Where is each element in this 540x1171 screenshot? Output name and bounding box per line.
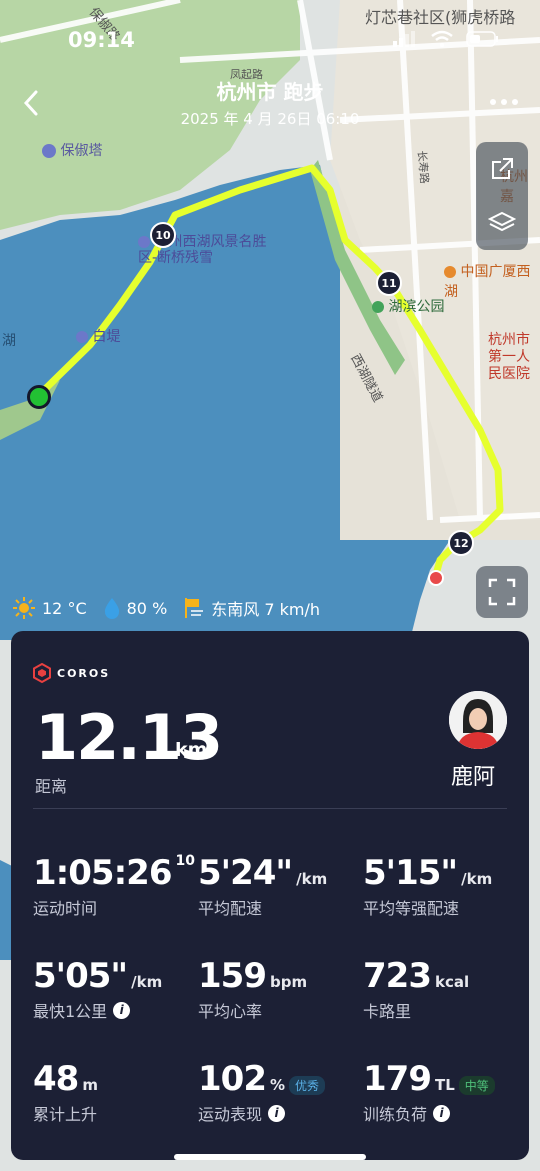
distance-unit: km — [175, 739, 208, 761]
stat-value: 5'24" — [198, 853, 293, 893]
battery-icon — [466, 31, 498, 47]
fullscreen-button[interactable] — [476, 566, 528, 618]
divider — [33, 808, 507, 809]
layers-icon — [488, 211, 516, 232]
stat-value: 102 — [198, 1059, 267, 1099]
fullscreen-icon — [488, 578, 516, 606]
start-marker[interactable] — [27, 385, 51, 409]
stat-sup: 10 — [175, 853, 195, 869]
stat-adjusted-pace: 5'15"/km 平均等强配速 — [363, 853, 492, 919]
distance-label: 距离 — [35, 777, 68, 796]
stat-duration: 1:05:26 10 运动时间 — [33, 853, 195, 919]
map-tools-panel — [476, 142, 528, 250]
home-indicator[interactable] — [174, 1154, 366, 1160]
map-label-hubin-park: 湖滨公园 — [372, 296, 444, 316]
user-name: 鹿阿 — [451, 765, 496, 790]
stat-unit: /km — [296, 870, 328, 888]
avatar-image — [449, 691, 507, 749]
map-label-top-right: 灯芯巷社区(狮虎桥路 — [365, 8, 516, 27]
route-marker-10[interactable]: 10 — [150, 222, 176, 248]
status-icons — [392, 30, 500, 48]
stat-unit: /km — [131, 973, 163, 991]
humidity-icon — [104, 598, 119, 619]
stat-label: 平均心率 — [198, 1002, 263, 1021]
park-icon — [372, 301, 384, 313]
performance-badge: 优秀 — [289, 1076, 326, 1095]
share-icon — [492, 158, 513, 179]
stat-label: 累计上升 — [33, 1105, 98, 1124]
stat-label: 平均等强配速 — [363, 899, 460, 918]
stat-calories: 723 kcal 卡路里 — [363, 956, 469, 1022]
page-subtitle: 2025 年 4 月 26日 06:10 — [180, 110, 360, 128]
info-icon[interactable]: i — [113, 1001, 131, 1019]
wind-flag-icon — [185, 598, 204, 618]
info-icon[interactable]: i — [268, 1104, 286, 1122]
wifi-icon — [431, 30, 453, 48]
sun-icon — [13, 597, 35, 619]
landmark-icon — [76, 331, 88, 343]
stat-unit: m — [82, 1076, 98, 1094]
map-label-hangzhou-hospital: 杭州市第一人民医院 — [488, 332, 530, 382]
map-label-bai-causeway: 白堤 — [76, 326, 120, 346]
stat-label: 平均配速 — [198, 899, 263, 918]
route-marker-11[interactable]: 11 — [376, 270, 402, 296]
training-load-badge: 中等 — [458, 1076, 495, 1095]
poi-icon — [444, 266, 456, 278]
stat-value: 1:05:26 — [33, 853, 172, 893]
stat-unit: % — [269, 1076, 286, 1094]
stat-value: 723 — [363, 956, 432, 996]
stat-value: 48 — [33, 1059, 79, 1099]
end-marker[interactable] — [428, 570, 444, 586]
signal-icon — [393, 31, 415, 47]
coros-logo-icon — [33, 663, 51, 683]
stat-label: 训练负荷 i — [363, 1101, 495, 1125]
stat-label: 运动表现 i — [198, 1101, 325, 1125]
info-icon[interactable]: i — [433, 1104, 451, 1122]
distance-value: 12.13 — [35, 701, 223, 774]
share-button[interactable] — [476, 142, 528, 196]
wind-value: 东南风 7 km/h — [211, 600, 321, 619]
stat-unit: TL — [434, 1076, 455, 1094]
stat-label: 运动时间 — [33, 899, 98, 918]
map-label-baochu-pagoda: 保俶塔 — [42, 140, 102, 160]
stat-elevation-gain: 48 m 累计上升 — [33, 1059, 98, 1125]
brand-logo: COROS — [33, 663, 110, 683]
humidity-value: 80 % — [126, 598, 168, 618]
stat-value: 5'05" — [33, 956, 128, 996]
weather-bar: 12 °C 80 % 东南风 7 km/h — [12, 596, 328, 620]
stat-unit: kcal — [434, 973, 470, 991]
more-icon[interactable] — [488, 94, 520, 110]
activity-summary-card: COROS 12.13 km 距离 鹿阿 1:05:26 10 运动时间 5'24… — [11, 631, 529, 1160]
route-marker-12[interactable]: 12 — [448, 530, 474, 556]
stat-avg-pace: 5'24"/km 平均配速 — [198, 853, 327, 919]
status-time: 09:14 — [68, 28, 135, 52]
map-label-lake: 湖 — [2, 333, 16, 349]
stat-value: 159 — [198, 956, 267, 996]
stat-fastest-km: 5'05"/km 最快1公里 i — [33, 956, 162, 1022]
stat-value: 179 — [363, 1059, 432, 1099]
brand-name: COROS — [57, 666, 111, 680]
map-label-guangsha: 中国广厦西湖 — [444, 264, 531, 300]
layers-button[interactable] — [476, 196, 528, 250]
stat-avg-hr: 159 bpm 平均心率 — [198, 956, 307, 1022]
stat-unit: /km — [461, 870, 493, 888]
stat-label: 卡路里 — [363, 1002, 412, 1021]
page-title: 杭州市 跑步 — [216, 80, 324, 104]
stat-performance: 102% 优秀 运动表现 i — [198, 1059, 326, 1125]
temperature-value: 12 °C — [42, 598, 87, 618]
stat-training-load: 179 TL 中等 训练负荷 i — [363, 1059, 495, 1125]
stat-unit: bpm — [269, 973, 308, 991]
stat-label: 最快1公里 i — [33, 998, 162, 1022]
landmark-icon — [42, 144, 56, 158]
stat-value: 5'15" — [363, 853, 458, 893]
landmark-icon — [138, 236, 150, 248]
map-label-changshou-road: 长寿路 — [415, 150, 431, 185]
avatar[interactable] — [449, 691, 507, 749]
